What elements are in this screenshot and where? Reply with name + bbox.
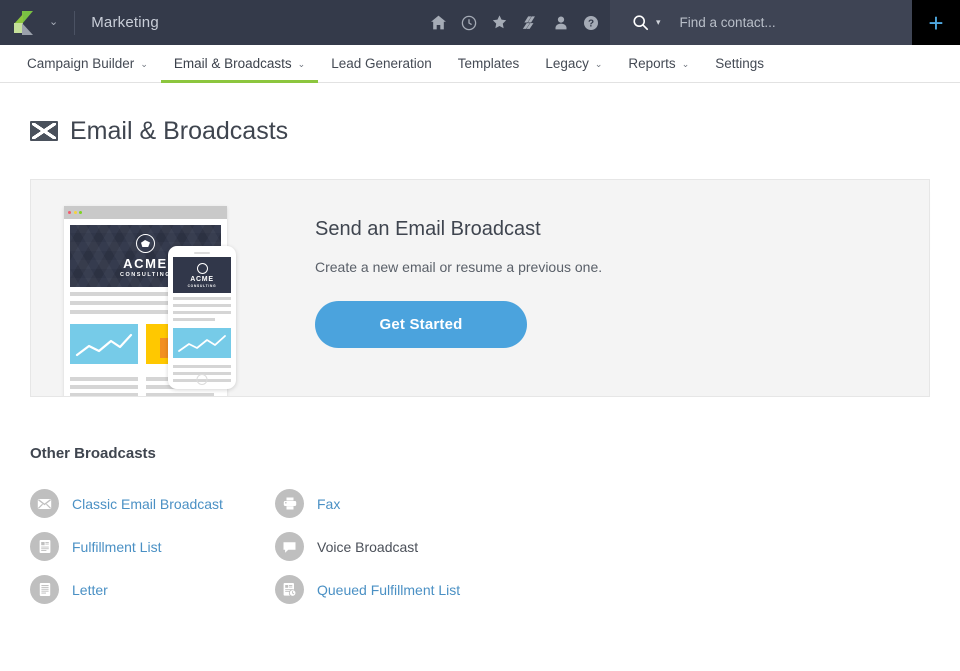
envelope-icon — [30, 121, 58, 141]
infusionsoft-logo-icon[interactable] — [14, 10, 40, 36]
text-line — [70, 393, 138, 396]
window-minimize-dot — [73, 211, 77, 214]
text-line — [173, 318, 215, 321]
nav-item-email-broadcasts[interactable]: Email & Broadcasts ⌄ — [160, 45, 319, 83]
nav-item-legacy[interactable]: Legacy ⌄ — [532, 45, 615, 82]
phone-speaker — [194, 252, 210, 254]
home-icon[interactable] — [430, 14, 447, 31]
phone-home-button — [196, 374, 208, 385]
page-title-text: Email & Broadcasts — [70, 116, 289, 145]
window-close-dot — [68, 211, 71, 214]
promo-heading: Send an Email Broadcast — [315, 218, 541, 240]
top-bar-icon-group: ? — [430, 0, 599, 45]
add-button[interactable]: + — [912, 0, 960, 45]
nav-label: Lead Generation — [331, 56, 432, 71]
nav-label: Templates — [457, 56, 520, 71]
acme-brand-sub: CONSULTING — [120, 272, 171, 278]
lightning-icon[interactable] — [522, 14, 539, 31]
text-line — [173, 365, 231, 368]
promo-text-area: Send an Email Broadcast Create a new ema… — [315, 218, 602, 348]
list-item-label: Voice Broadcast — [317, 538, 419, 555]
list-item-classic-email-broadcast[interactable]: Classic Email Broadcast — [30, 482, 275, 525]
nav-label: Settings — [715, 56, 765, 71]
page-content: Email & Broadcasts Upcoming Free Webinar… — [0, 83, 960, 611]
acme-logo-icon — [136, 234, 155, 253]
search-icon[interactable] — [632, 14, 649, 31]
phone-acme-hero: ACME CONSULTING — [173, 257, 231, 293]
line-chart-thumbnail — [70, 324, 138, 364]
chevron-down-icon: ⌄ — [140, 59, 148, 69]
search-box[interactable]: ▾ — [610, 0, 912, 45]
brand-area[interactable]: ⌄ — [0, 0, 58, 45]
document-clock-icon — [275, 575, 304, 604]
acme-logo-icon — [196, 262, 208, 274]
get-started-button[interactable]: Get Started — [315, 301, 527, 348]
line-chart-thumbnail — [173, 328, 231, 358]
text-line — [70, 385, 138, 389]
list-item-fax[interactable]: Fax — [275, 482, 930, 525]
list-item-letter[interactable]: Letter — [30, 568, 275, 611]
list-item-queued-fulfillment-list[interactable]: Queued Fulfillment List — [275, 568, 930, 611]
page-title: Email & Broadcasts — [30, 117, 288, 146]
svg-text:?: ? — [588, 18, 594, 29]
search-scope-chevron-down-icon[interactable]: ▾ — [656, 17, 661, 28]
nav-label: Campaign Builder — [27, 56, 135, 71]
acme-brand-sub: CONSULTING — [187, 283, 217, 288]
list-item-label[interactable]: Queued Fulfillment List — [317, 582, 460, 598]
help-icon[interactable]: ? — [583, 15, 599, 31]
text-line — [70, 377, 138, 381]
printer-icon — [275, 489, 304, 518]
main-navigation: Campaign Builder ⌄ Email & Broadcasts ⌄ … — [0, 45, 960, 83]
chevron-down-icon: ⌄ — [681, 59, 690, 69]
acme-brand-name: ACME — [190, 275, 214, 283]
nav-label: Reports — [628, 56, 676, 71]
list-item-fulfillment-list[interactable]: Fulfillment List — [30, 525, 275, 568]
list-item-label[interactable]: Fax — [317, 496, 340, 512]
chevron-down-icon: ⌄ — [594, 59, 603, 69]
star-icon[interactable] — [491, 14, 508, 31]
app-title: Marketing — [91, 14, 159, 31]
browser-title-bar — [64, 206, 227, 219]
email-illustration: ACME CONSULTING ACME CONSULTING — [64, 206, 296, 396]
text-line — [173, 311, 231, 314]
text-line — [173, 297, 231, 300]
other-broadcasts-grid: Classic Email Broadcast Fax Fulfillment … — [30, 482, 930, 611]
list-item-label[interactable]: Letter — [72, 582, 108, 598]
nav-label: Email & Broadcasts — [173, 56, 292, 71]
promo-description: Create a new email or resume a previous … — [315, 259, 603, 275]
divider — [74, 10, 76, 35]
acme-brand-name: ACME — [123, 256, 168, 271]
list-item-voice-broadcast[interactable]: Voice Broadcast — [275, 525, 930, 568]
other-broadcasts-title: Other Broadcasts — [30, 445, 156, 462]
clock-icon[interactable] — [461, 15, 477, 31]
list-item-label[interactable]: Fulfillment List — [72, 539, 161, 555]
letter-document-icon — [30, 575, 59, 604]
text-line — [146, 393, 214, 396]
nav-item-settings[interactable]: Settings — [702, 45, 777, 82]
text-line — [173, 304, 231, 307]
person-icon[interactable] — [553, 15, 569, 31]
window-maximize-dot — [79, 211, 82, 214]
page-header: Email & Broadcasts Upcoming Free Webinar… — [30, 83, 930, 249]
nav-item-reports[interactable]: Reports ⌄ — [615, 45, 702, 82]
email-broadcast-promo-panel: ACME CONSULTING ACME CONSULTING Send an … — [30, 179, 930, 397]
search-input[interactable] — [679, 15, 880, 30]
nav-label: Legacy — [545, 56, 589, 71]
top-bar: ⌄ Marketing ? ▾ + — [0, 0, 960, 45]
document-list-icon — [30, 532, 59, 561]
text-line — [70, 310, 176, 314]
nav-item-lead-generation[interactable]: Lead Generation — [318, 45, 445, 82]
nav-item-templates[interactable]: Templates — [445, 45, 533, 82]
chevron-down-icon: ⌄ — [297, 59, 306, 69]
envelope-icon — [30, 489, 59, 518]
list-item-label[interactable]: Classic Email Broadcast — [72, 496, 223, 512]
text-column — [70, 373, 138, 396]
phone-mockup: ACME CONSULTING — [168, 246, 236, 389]
nav-item-campaign-builder[interactable]: Campaign Builder ⌄ — [14, 45, 161, 82]
brand-chevron-down-icon[interactable]: ⌄ — [49, 17, 58, 28]
speech-bubble-icon — [275, 532, 304, 561]
bar — [159, 338, 168, 358]
